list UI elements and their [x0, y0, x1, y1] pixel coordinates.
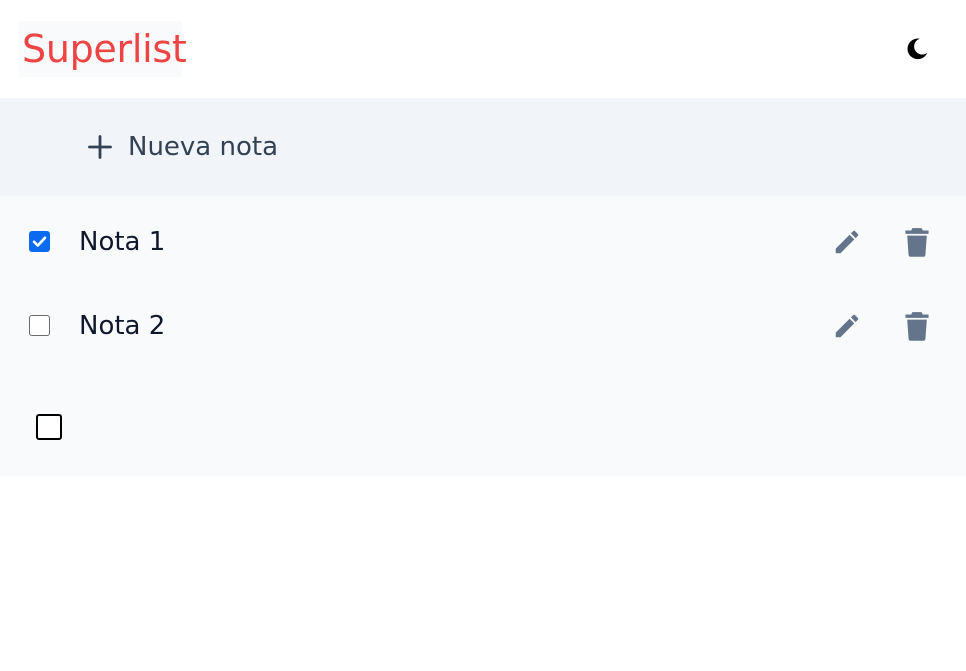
edit-note-button[interactable] — [830, 225, 864, 259]
trash-icon — [905, 228, 929, 257]
new-note-button[interactable]: Nueva nota — [86, 128, 278, 166]
app-title[interactable]: Superlist — [19, 21, 187, 77]
checkmark-icon — [32, 236, 47, 247]
toolbar: Nueva nota — [0, 98, 966, 196]
note-checkbox[interactable] — [29, 231, 50, 252]
moon-icon — [907, 38, 928, 60]
note-checkbox[interactable] — [29, 315, 50, 336]
note-title[interactable]: Nota 1 — [79, 224, 165, 260]
note-item: Nota 1 — [0, 212, 966, 272]
note-item: Nota 2 — [0, 296, 966, 356]
notes-list: Nota 1 Nota 2 — [0, 196, 966, 476]
trash-icon — [905, 312, 929, 341]
edit-note-button[interactable] — [830, 309, 864, 343]
pencil-icon — [835, 314, 859, 338]
theme-toggle-button[interactable] — [901, 33, 933, 65]
new-note-checkbox[interactable] — [36, 414, 62, 440]
delete-note-button[interactable] — [900, 225, 934, 259]
new-note-label: Nueva nota — [128, 132, 279, 162]
delete-note-button[interactable] — [900, 309, 934, 343]
note-title[interactable]: Nota 2 — [79, 308, 165, 344]
pencil-icon — [835, 230, 859, 254]
plus-icon — [88, 135, 112, 159]
app-header: Superlist — [0, 0, 966, 98]
